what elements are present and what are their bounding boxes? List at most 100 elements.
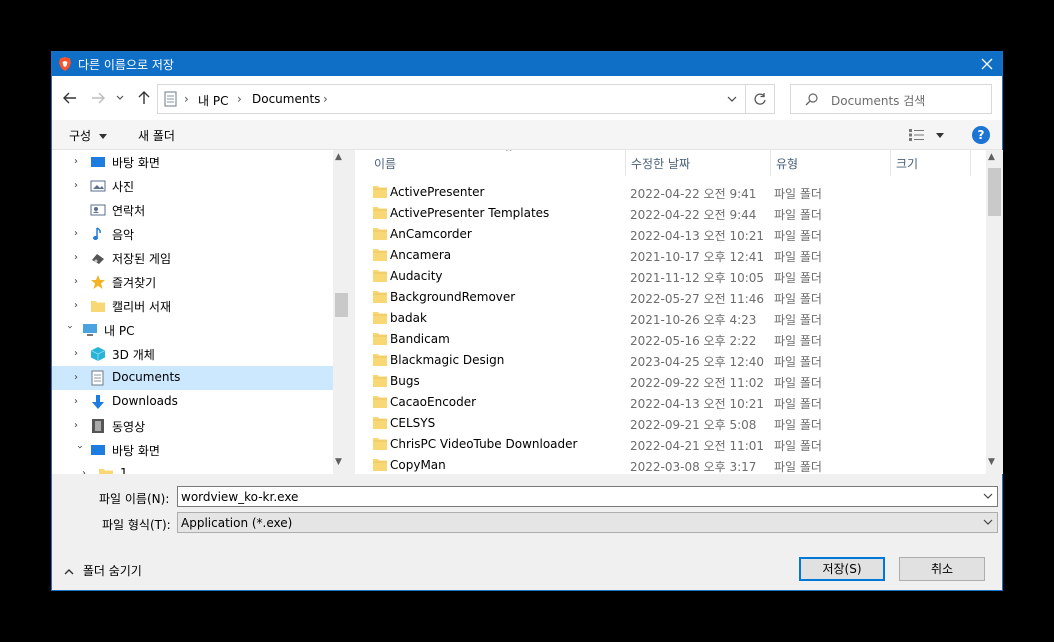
expand-chevron[interactable]: ›: [74, 396, 84, 408]
file-list-scrollbar[interactable]: ▲ ▼: [986, 150, 1003, 474]
back-button[interactable]: [60, 88, 80, 108]
search-input[interactable]: Documents 검색: [790, 84, 992, 114]
nav-item-label: Downloads: [112, 394, 178, 408]
file-row[interactable]: Bugs 2022-09-22 오전 11:02 파일 폴더: [369, 371, 969, 392]
column-name-label: 이름: [374, 157, 397, 171]
desktop-icon: [91, 445, 105, 455]
column-header-size[interactable]: 크기: [891, 150, 971, 176]
expand-chevron[interactable]: ›: [74, 252, 84, 264]
column-header-modified[interactable]: 수정한 날짜: [626, 150, 771, 176]
expand-chevron[interactable]: ›: [74, 276, 84, 288]
file-row[interactable]: Blackmagic Design 2023-04-25 오후 12:40 파일 폴…: [369, 350, 969, 371]
nav-item-desktop[interactable]: › 바탕 화면: [52, 150, 333, 174]
file-row[interactable]: Bandicam 2022-05-16 오후 2:22 파일 폴더: [369, 329, 969, 350]
sort-ascending-icon: ^: [505, 150, 513, 158]
nav-item-contacts[interactable]: 연락처: [52, 198, 333, 222]
details-view-icon: [909, 129, 924, 141]
file-row[interactable]: Audacity 2021-11-12 오후 10:05 파일 폴더: [369, 266, 969, 287]
folder-icon: [91, 301, 105, 312]
nav-item-music[interactable]: › 음악: [52, 222, 333, 246]
file-date: 2021-10-17 오후 12:41: [630, 250, 765, 264]
file-name: AnCamcorder: [390, 227, 472, 241]
nav-item-desktop-2[interactable]: › 바탕 화면: [52, 438, 333, 462]
caret-down-icon: [936, 133, 944, 138]
breadcrumb-this-pc[interactable]: 내 PC: [198, 92, 228, 109]
file-row[interactable]: Ancamera 2021-10-17 오후 12:41 파일 폴더: [369, 245, 969, 266]
nav-item-downloads[interactable]: › Downloads: [52, 390, 333, 414]
file-row[interactable]: ChrisPC VideoTube Downloader 2022-04-21 오…: [369, 434, 969, 455]
brave-browser-icon: [59, 57, 71, 71]
file-row[interactable]: badak 2021-10-26 오후 4:23 파일 폴더: [369, 308, 969, 329]
scrollbar-thumb[interactable]: [988, 168, 1001, 216]
new-folder-button[interactable]: 새 폴더: [138, 127, 175, 144]
title-bar[interactable]: 다른 이름으로 저장: [52, 52, 1002, 76]
desktop-icon: [91, 157, 105, 167]
file-row[interactable]: CELSYS 2022-09-21 오후 5:08 파일 폴더: [369, 413, 969, 434]
file-date: 2021-11-12 오후 10:05: [630, 271, 765, 285]
expand-chevron[interactable]: ›: [74, 156, 84, 168]
breadcrumb-separator: ›: [237, 92, 242, 106]
column-header-name[interactable]: 이름 ^: [369, 150, 626, 176]
file-row[interactable]: ActivePresenter 2022-04-22 오전 9:41 파일 폴더: [369, 182, 969, 203]
file-row[interactable]: AnCamcorder 2022-04-13 오전 10:21 파일 폴더: [369, 224, 969, 245]
expand-chevron[interactable]: ›: [74, 228, 84, 240]
up-button[interactable]: [134, 88, 154, 108]
scroll-up-arrow-icon[interactable]: ▲: [335, 152, 342, 162]
save-button[interactable]: 저장(S): [799, 557, 885, 581]
forward-button[interactable]: [88, 88, 108, 108]
nav-item-label: 즐겨찾기: [112, 276, 157, 290]
file-row[interactable]: CacaoEncoder 2022-04-13 오전 10:21 파일 폴더: [369, 392, 969, 413]
file-name: ActivePresenter: [390, 185, 485, 199]
recent-locations-button[interactable]: [114, 88, 126, 108]
nav-item-folder-1[interactable]: › 1: [52, 462, 333, 474]
address-bar[interactable]: › 내 PC › Documents ›: [157, 84, 773, 114]
search-icon: [805, 93, 818, 106]
expand-chevron[interactable]: ›: [74, 300, 84, 312]
scroll-down-arrow-icon[interactable]: ▼: [335, 457, 342, 467]
address-dropdown-button[interactable]: [719, 84, 744, 114]
file-list[interactable]: 이름 ^ 수정한 날짜 유형 크기 ActivePresenter 2022-04…: [355, 150, 1002, 474]
nav-scrollbar[interactable]: ▲ ▼: [333, 150, 350, 474]
nav-item-calibre-library[interactable]: › 캘리버 서재: [52, 294, 333, 318]
change-view-button[interactable]: [908, 126, 948, 144]
navigation-pane[interactable]: › 바탕 화면 › 사진 연락처 › 음악 › 저장된 게임 › 즐겨찾기 › …: [52, 150, 350, 474]
folder-icon: [373, 186, 387, 198]
close-button[interactable]: [972, 52, 1002, 76]
file-date: 2022-03-08 오후 3:17: [630, 460, 757, 474]
expand-chevron[interactable]: ›: [74, 372, 84, 384]
column-header-type[interactable]: 유형: [771, 150, 891, 176]
scroll-down-arrow-icon[interactable]: ▼: [988, 457, 995, 467]
nav-item-this-pc[interactable]: › 내 PC: [52, 318, 333, 342]
collapse-chevron[interactable]: ›: [73, 445, 85, 455]
nav-item-saved-games[interactable]: › 저장된 게임: [52, 246, 333, 270]
expand-chevron[interactable]: ›: [74, 180, 84, 192]
filetype-select[interactable]: Application (*.exe): [177, 512, 998, 533]
nav-item-documents[interactable]: › Documents: [52, 366, 333, 390]
nav-item-pictures[interactable]: › 사진: [52, 174, 333, 198]
cancel-button[interactable]: 취소: [899, 557, 985, 581]
nav-item-label: 음악: [112, 228, 135, 242]
expand-chevron[interactable]: ›: [74, 348, 84, 360]
file-row[interactable]: CopyMan 2022-03-08 오후 3:17 파일 폴더: [369, 455, 969, 474]
file-date: 2022-05-16 오후 2:22: [630, 334, 757, 348]
nav-item-favorites[interactable]: › 즐겨찾기: [52, 270, 333, 294]
help-button[interactable]: ?: [972, 126, 990, 144]
nav-item-3d-objects[interactable]: › 3D 개체: [52, 342, 333, 366]
organize-button[interactable]: 구성: [69, 127, 107, 144]
nav-item-videos[interactable]: › 동영상: [52, 414, 333, 438]
expand-chevron[interactable]: ›: [74, 420, 84, 432]
folder-icon: [373, 438, 387, 450]
collapse-chevron[interactable]: ›: [63, 325, 75, 335]
refresh-button[interactable]: [745, 84, 775, 114]
scrollbar-thumb[interactable]: [335, 293, 348, 317]
chevron-down-icon[interactable]: [983, 490, 993, 502]
file-row[interactable]: BackgroundRemover 2022-05-27 오전 11:46 파일 폴…: [369, 287, 969, 308]
hide-folders-button[interactable]: 폴더 숨기기: [64, 562, 142, 579]
contacts-icon: [90, 204, 106, 216]
file-type: 파일 폴더: [774, 397, 822, 411]
file-type: 파일 폴더: [774, 376, 822, 390]
filename-input[interactable]: wordview_ko-kr.exe: [177, 486, 998, 507]
scroll-up-arrow-icon[interactable]: ▲: [988, 152, 995, 162]
breadcrumb-documents[interactable]: Documents: [252, 92, 320, 106]
file-row[interactable]: ActivePresenter Templates 2022-04-22 오전 9…: [369, 203, 969, 224]
